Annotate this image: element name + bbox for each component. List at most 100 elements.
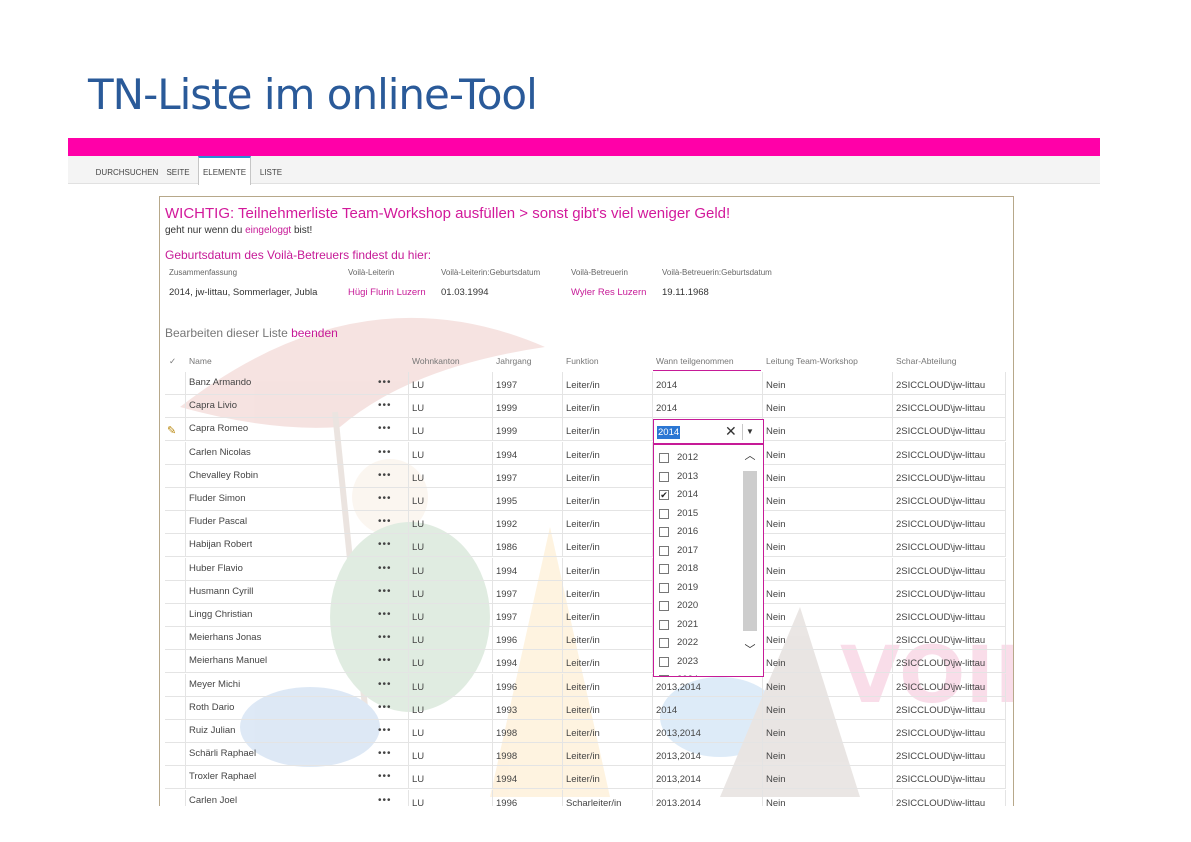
cell-wohnkanton[interactable]: LU <box>412 418 424 441</box>
cell-schar-abteilung[interactable]: 2SICCLOUD\jw-littau <box>896 697 985 720</box>
cell-schar-abteilung[interactable]: 2SICCLOUD\jw-littau <box>896 511 985 534</box>
cell-jahrgang[interactable]: 1998 <box>496 743 517 766</box>
cell-jahrgang[interactable]: 1994 <box>496 766 517 789</box>
more-options-icon[interactable]: ••• <box>378 725 392 736</box>
cell-wohnkanton[interactable]: LU <box>412 465 424 488</box>
cell-jahrgang[interactable]: 1993 <box>496 697 517 720</box>
checkbox[interactable] <box>659 601 669 611</box>
table-row[interactable]: Roth Dario LU 1993 Leiter/in 2014 Nein 2SICCLO… <box>165 696 1006 720</box>
checkbox-checked[interactable]: ✔ <box>659 490 669 500</box>
cell-jahrgang[interactable]: 1996 <box>496 627 517 650</box>
select-all-checkmark[interactable]: ✓ <box>169 356 176 367</box>
cell-wohnkanton[interactable]: LU <box>412 534 424 557</box>
table-row[interactable]: Fluder Pascal LU 1992 Leiter/in Nein 2SICCLOU… <box>165 511 1006 535</box>
cell-wohnkanton[interactable]: LU <box>412 395 424 418</box>
cell-funktion[interactable]: Leiter/in <box>566 511 600 534</box>
more-options-icon[interactable]: ••• <box>378 702 392 713</box>
cell-leitung[interactable]: Nein <box>766 650 786 673</box>
table-row[interactable]: Huber Flavio LU 1994 Leiter/in Nein 2SICCLOUD… <box>165 557 1006 581</box>
column-header-name[interactable]: Name <box>189 356 212 366</box>
cell-name[interactable]: Carlen Nicolas <box>189 442 251 465</box>
cell-jahrgang[interactable]: 1996 <box>496 790 517 806</box>
table-row[interactable]: Ruiz Julian LU 1998 Leiter/in 2013,2014 Nein 2… <box>165 720 1006 743</box>
cell-wohnkanton[interactable]: LU <box>412 697 424 720</box>
cell-funktion[interactable]: Leiter/in <box>566 650 600 673</box>
cell-name[interactable]: Meierhans Manuel <box>189 650 267 673</box>
table-row[interactable]: Meierhans Manuel LU 1994 Leiter/in Nein 2SICC… <box>165 650 1006 674</box>
cell-schar-abteilung[interactable]: 2SICCLOUD\jw-littau <box>896 488 985 511</box>
tab-seite[interactable]: SEITE <box>162 156 194 184</box>
scroll-down-icon[interactable]: ﹀ <box>743 641 757 657</box>
cell-jahrgang[interactable]: 1994 <box>496 442 517 465</box>
cell-wohnkanton[interactable]: LU <box>412 790 424 806</box>
cell-leitung[interactable]: Nein <box>766 395 786 418</box>
checkbox[interactable] <box>659 656 669 667</box>
checkbox[interactable] <box>659 638 669 648</box>
close-icon[interactable]: ✕ <box>725 423 737 440</box>
cell-schar-abteilung[interactable]: 2SICCLOUD\jw-littau <box>896 418 985 441</box>
wann-teilgenommen-editor[interactable]: 2014 ✕ ▼ <box>653 419 764 444</box>
cell-name[interactable]: Meyer Michi <box>189 674 240 697</box>
login-link[interactable]: eingeloggt <box>245 225 291 236</box>
cell-schar-abteilung[interactable]: 2SICCLOUD\jw-littau <box>896 720 985 743</box>
cell-jahrgang[interactable]: 1994 <box>496 650 517 673</box>
cell-name[interactable]: Ruiz Julian <box>189 720 235 743</box>
column-header-wann-teilgenommen[interactable]: Wann teilgenommen <box>656 356 734 366</box>
cell-schar-abteilung[interactable]: 2SICCLOUD\jw-littau <box>896 627 985 650</box>
cell-wohnkanton[interactable]: LU <box>412 627 424 650</box>
cell-name[interactable]: Habijan Robert <box>189 534 252 557</box>
cell-name[interactable]: Husmann Cyrill <box>189 581 253 604</box>
cell-leitung[interactable]: Nein <box>766 488 786 511</box>
cell-funktion[interactable]: Leiter/in <box>566 395 600 418</box>
cell-wohnkanton[interactable]: LU <box>412 766 424 789</box>
cell-jahrgang[interactable]: 1995 <box>496 488 517 511</box>
table-row[interactable]: Carlen Nicolas LU 1994 Leiter/in Nein 2SICCLO… <box>165 441 1006 465</box>
cell-schar-abteilung[interactable]: 2SICCLOUD\jw-littau <box>896 674 985 697</box>
table-row[interactable]: Schärli Raphael LU 1998 Leiter/in 2013,2014 N… <box>165 743 1006 767</box>
cell-name[interactable]: Fluder Pascal <box>189 511 247 534</box>
more-options-icon[interactable]: ••• <box>378 632 392 643</box>
cell-funktion[interactable]: Leiter/in <box>566 418 600 441</box>
cell-leitung[interactable]: Nein <box>766 534 786 557</box>
cell-jahrgang[interactable]: 1996 <box>496 674 517 697</box>
column-header-funktion[interactable]: Funktion <box>566 356 599 366</box>
cell-jahrgang[interactable]: 1997 <box>496 581 517 604</box>
cell-jahrgang[interactable]: 1986 <box>496 534 517 557</box>
cell-funktion[interactable]: Leiter/in <box>566 581 600 604</box>
more-options-icon[interactable]: ••• <box>378 748 392 759</box>
cell-funktion[interactable]: Leiter/in <box>566 488 600 511</box>
cell-wann-teilgenommen[interactable]: 2013,2014 <box>656 790 701 806</box>
more-options-icon[interactable]: ••• <box>378 771 392 782</box>
cell-schar-abteilung[interactable]: 2SICCLOUD\jw-littau <box>896 534 985 557</box>
cell-schar-abteilung[interactable]: 2SICCLOUD\jw-littau <box>896 766 985 789</box>
cell-leitung[interactable]: Nein <box>766 697 786 720</box>
cell-jahrgang[interactable]: 1999 <box>496 418 517 441</box>
stop-editing-link[interactable]: beenden <box>291 326 338 340</box>
cell-schar-abteilung[interactable]: 2SICCLOUD\jw-littau <box>896 372 985 395</box>
cell-wohnkanton[interactable]: LU <box>412 674 424 697</box>
tab-liste[interactable]: LISTE <box>254 156 288 184</box>
year-dropdown[interactable]: ︿ ﹀ 2012 2013 ✔ 2014 2015 2016 2017 2018 2019 202… <box>653 444 764 677</box>
checkbox[interactable] <box>659 675 669 676</box>
cell-leitung[interactable]: Nein <box>766 372 786 395</box>
cell-funktion[interactable]: Scharleiter/in <box>566 790 621 806</box>
column-header-leitung[interactable]: Leitung Team-Workshop <box>766 356 858 366</box>
cell-wann-teilgenommen[interactable]: 2013,2014 <box>656 674 701 697</box>
cell-funktion[interactable]: Leiter/in <box>566 442 600 465</box>
cell-schar-abteilung[interactable]: 2SICCLOUD\jw-littau <box>896 604 985 627</box>
cell-funktion[interactable]: Leiter/in <box>566 697 600 720</box>
cell-funktion[interactable]: Leiter/in <box>566 766 600 789</box>
cell-funktion[interactable]: Leiter/in <box>566 558 600 581</box>
table-row[interactable]: Chevalley Robin LU 1997 Leiter/in Nein 2SICCL… <box>165 464 1006 488</box>
cell-funktion[interactable]: Leiter/in <box>566 604 600 627</box>
chevron-down-icon[interactable]: ▼ <box>746 427 754 436</box>
more-options-icon[interactable]: ••• <box>378 447 392 458</box>
column-header-jahrgang[interactable]: Jahrgang <box>496 356 531 366</box>
column-header-schar-abteilung[interactable]: Schar-Abteilung <box>896 356 956 366</box>
cell-leitung[interactable]: Nein <box>766 558 786 581</box>
cell-jahrgang[interactable]: 1997 <box>496 465 517 488</box>
dropdown-scroll-thumb[interactable] <box>743 471 757 631</box>
cell-jahrgang[interactable]: 1999 <box>496 395 517 418</box>
table-row[interactable]: Meyer Michi LU 1996 Leiter/in 2013,2014 Nein 2… <box>165 673 1006 697</box>
cell-schar-abteilung[interactable]: 2SICCLOUD\jw-littau <box>896 558 985 581</box>
